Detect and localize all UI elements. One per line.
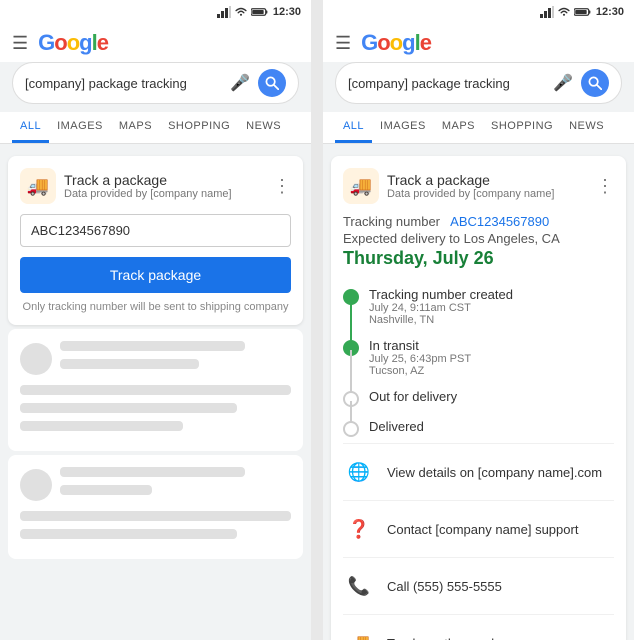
action-label-track-another: Track another package <box>387 636 519 640</box>
wifi-icon <box>234 6 248 18</box>
tab-all-right[interactable]: ALL <box>335 112 372 143</box>
tracking-number-row: Tracking number ABC1234567890 <box>343 214 614 229</box>
card-title: Track a package <box>64 172 232 188</box>
mic-icon-left[interactable]: 🎤 <box>230 73 250 93</box>
timeline: Tracking number created July 24, 9:11am … <box>343 281 614 443</box>
battery-icon <box>251 6 269 18</box>
timeline-title-1: Tracking number created <box>369 287 513 302</box>
card-header-left: 🚚 Track a package Data provided by [comp… <box>20 168 232 204</box>
search-bar-left[interactable]: 🎤 <box>12 62 299 104</box>
card-header-left-right: 🚚 Track a package Data provided by [comp… <box>343 168 555 204</box>
tab-images-right[interactable]: IMAGES <box>372 112 434 143</box>
status-icons-right <box>540 6 592 18</box>
mic-icon-right[interactable]: 🎤 <box>553 73 573 93</box>
google-logo-right: Google <box>361 30 431 56</box>
card-header: 🚚 Track a package Data provided by [comp… <box>20 168 291 204</box>
tracking-number-input[interactable] <box>20 214 291 247</box>
timeline-detail-1a: July 24, 9:11am CST <box>369 302 513 314</box>
timeline-title-3: Out for delivery <box>369 389 457 404</box>
more-options-button-right[interactable]: ⋮ <box>596 176 614 197</box>
search-button-right[interactable] <box>581 69 609 97</box>
action-label-contact: Contact [company name] support <box>387 522 579 537</box>
timeline-detail-2b: Tucson, AZ <box>369 365 471 377</box>
content-right: 🚚 Track a package Data provided by [comp… <box>323 144 634 640</box>
skel-circle-2 <box>20 469 52 501</box>
search-icon <box>265 76 279 90</box>
wifi-icon-right <box>557 6 571 18</box>
content-left: 🚚 Track a package Data provided by [comp… <box>0 144 311 640</box>
signal-icon-right <box>540 6 554 18</box>
truck-icon: 🚚 <box>20 168 56 204</box>
action-contact-support[interactable]: ❓ Contact [company name] support <box>343 500 614 557</box>
header-left: ☰ Google <box>0 24 311 62</box>
hamburger-menu-left[interactable]: ☰ <box>12 33 28 54</box>
tracking-number-link[interactable]: ABC1234567890 <box>450 214 549 229</box>
search-button-left[interactable] <box>258 69 286 97</box>
time-left: 12:30 <box>273 6 301 18</box>
timeline-item-3: Out for delivery <box>343 383 614 413</box>
action-label-view: View details on [company name].com <box>387 465 602 480</box>
status-icons-left <box>217 6 269 18</box>
tab-images-left[interactable]: IMAGES <box>49 112 111 143</box>
tab-shopping-right[interactable]: SHOPPING <box>483 112 561 143</box>
truck-icon-action: 🚚 <box>343 627 375 640</box>
search-input-right[interactable] <box>348 76 545 91</box>
tab-all-left[interactable]: ALL <box>12 112 49 143</box>
hamburger-menu-right[interactable]: ☰ <box>335 33 351 54</box>
battery-icon-right <box>574 6 592 18</box>
action-call[interactable]: 📞 Call (555) 555-5555 <box>343 557 614 614</box>
tab-news-right[interactable]: NEWS <box>561 112 612 143</box>
truck-icon-right: 🚚 <box>343 168 379 204</box>
track-package-button[interactable]: Track package <box>20 257 291 293</box>
timeline-detail-2a: July 25, 6:43pm PST <box>369 353 471 365</box>
card-header-right: 🚚 Track a package Data provided by [comp… <box>343 168 614 204</box>
right-panel: 12:30 ☰ Google 🎤 ALL IMAGES MAPS SHOPPIN… <box>323 0 634 640</box>
card-subtitle: Data provided by [company name] <box>64 188 232 200</box>
search-icon-right <box>588 76 602 90</box>
track-package-card: 🚚 Track a package Data provided by [comp… <box>8 156 303 325</box>
status-bar-right: 12:30 <box>323 0 634 24</box>
globe-icon: 🌐 <box>343 456 375 488</box>
left-panel: 12:30 ☰ Google 🎤 ALL IMAGES MAPS SHOPPIN… <box>0 0 311 640</box>
timeline-dot-4 <box>343 421 359 437</box>
tab-maps-right[interactable]: MAPS <box>434 112 483 143</box>
timeline-item-1: Tracking number created July 24, 9:11am … <box>343 281 614 332</box>
time-right: 12:30 <box>596 6 624 18</box>
timeline-item-2: In transit July 25, 6:43pm PST Tucson, A… <box>343 332 614 383</box>
status-bar-left: 12:30 <box>0 0 311 24</box>
skel-circle-1 <box>20 343 52 375</box>
delivery-date: Thursday, July 26 <box>343 248 614 269</box>
search-bar-right[interactable]: 🎤 <box>335 62 622 104</box>
tracking-details-card: 🚚 Track a package Data provided by [comp… <box>331 156 626 640</box>
panel-separator <box>315 0 319 640</box>
timeline-title-4: Delivered <box>369 419 424 434</box>
action-view-details[interactable]: 🌐 View details on [company name].com <box>343 443 614 500</box>
tab-news-left[interactable]: NEWS <box>238 112 289 143</box>
phone-icon: 📞 <box>343 570 375 602</box>
skeleton-card-1 <box>8 329 303 451</box>
skeleton-card-2 <box>8 455 303 559</box>
search-tabs-right: ALL IMAGES MAPS SHOPPING NEWS <box>323 112 634 144</box>
tab-maps-left[interactable]: MAPS <box>111 112 160 143</box>
disclaimer-text: Only tracking number will be sent to shi… <box>20 301 291 313</box>
action-track-another[interactable]: 🚚 Track another package <box>343 614 614 640</box>
signal-icon <box>217 6 231 18</box>
more-options-button[interactable]: ⋮ <box>273 176 291 197</box>
search-tabs-left: ALL IMAGES MAPS SHOPPING NEWS <box>0 112 311 144</box>
help-icon: ❓ <box>343 513 375 545</box>
timeline-detail-1b: Nashville, TN <box>369 314 513 326</box>
google-logo-left: Google <box>38 30 108 56</box>
delivery-label: Expected delivery to Los Angeles, CA <box>343 231 614 246</box>
search-input-left[interactable] <box>25 76 222 91</box>
header-right: ☰ Google <box>323 24 634 62</box>
card-subtitle-right: Data provided by [company name] <box>387 188 555 200</box>
timeline-item-4: Delivered <box>343 413 614 443</box>
action-label-call: Call (555) 555-5555 <box>387 579 502 594</box>
card-title-right: Track a package <box>387 172 555 188</box>
timeline-title-2: In transit <box>369 338 471 353</box>
tab-shopping-left[interactable]: SHOPPING <box>160 112 238 143</box>
